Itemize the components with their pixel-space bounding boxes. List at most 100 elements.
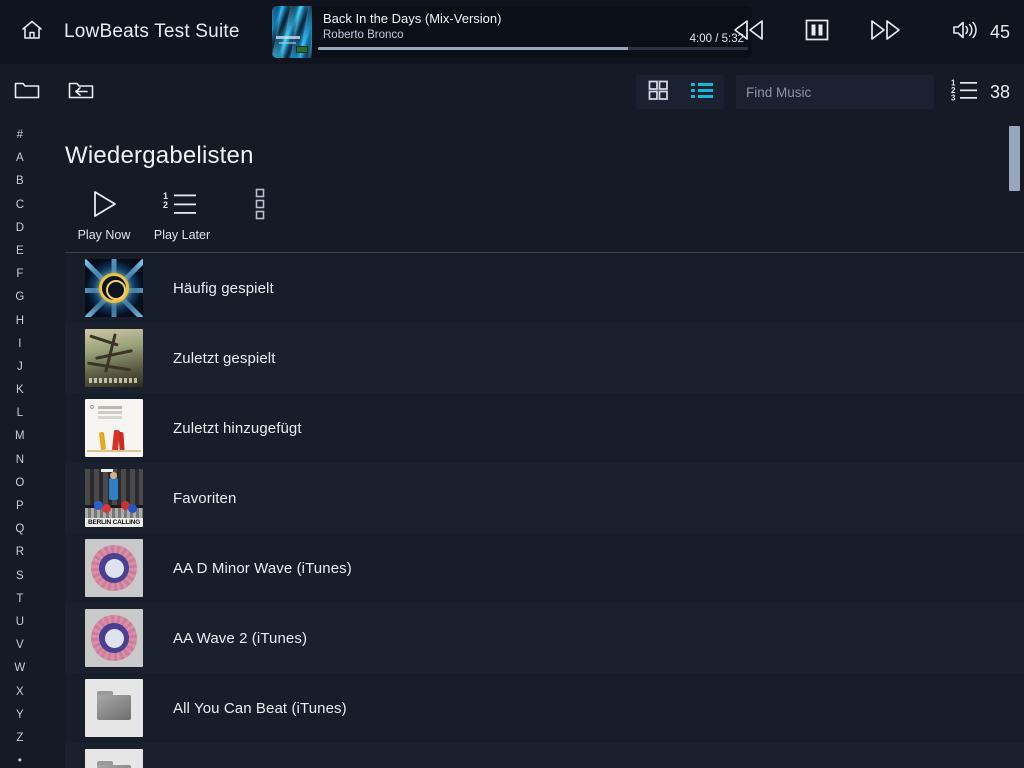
playlist-row-label: Zuletzt gespielt	[173, 349, 276, 367]
playlist-row[interactable]: Ancient Trance Vol. 3 (iTunes)	[65, 743, 1024, 768]
toolbar-right: 1 2 3 38	[635, 64, 1024, 120]
folder-back-icon	[67, 78, 95, 107]
alpha-index-g[interactable]: G	[0, 286, 40, 309]
home-button[interactable]	[0, 0, 64, 64]
alpha-index-j[interactable]: J	[0, 356, 40, 379]
playlist-row[interactable]: Zuletzt hinzugefügt	[65, 393, 1024, 463]
folder-icon	[13, 78, 41, 107]
playlist-row[interactable]: All You Can Beat (iTunes)	[65, 673, 1024, 743]
playlist-row[interactable]: AA D Minor Wave (iTunes)	[65, 533, 1024, 603]
toolbar: 1 2 3 38	[0, 64, 1024, 120]
folder-back-button[interactable]	[54, 64, 108, 120]
previous-button[interactable]	[728, 11, 770, 53]
alpha-index-s[interactable]: S	[0, 565, 40, 588]
playlist-row[interactable]: Zuletzt gespielt	[65, 323, 1024, 393]
playlist-row-label: Favoriten	[173, 489, 237, 507]
playlist-row[interactable]: Häufig gespielt	[65, 253, 1024, 323]
playlist-row-label: Zuletzt hinzugefügt	[173, 419, 302, 437]
alpha-index-h[interactable]: H	[0, 310, 40, 333]
alpha-index-k[interactable]: K	[0, 379, 40, 402]
list-view-button[interactable]	[680, 75, 724, 109]
playlist-artwork	[85, 749, 143, 768]
now-playing-card[interactable]: Back In the Days (Mix-Version) Roberto B…	[272, 6, 752, 58]
now-playing-artist: Roberto Bronco	[323, 29, 404, 41]
content-pane: Wiedergabelisten Play Now 1 2 Play Later…	[40, 120, 1024, 768]
playlist-row[interactable]: BERLIN CALLING Favoriten	[65, 463, 1024, 533]
playlist-row-label: All You Can Beat (iTunes)	[173, 699, 347, 717]
volume-value: 45	[989, 21, 1010, 42]
playlist-artwork	[85, 609, 143, 667]
alpha-index-z[interactable]: Z	[0, 727, 40, 750]
grid-view-button[interactable]	[636, 75, 680, 109]
scrollbar-thumb[interactable]	[1009, 126, 1020, 192]
alpha-index-v[interactable]: V	[0, 634, 40, 657]
alpha-index-w[interactable]: W	[0, 657, 40, 680]
library-folder-button[interactable]	[0, 64, 54, 120]
playlist-row-label: AA Wave 2 (iTunes)	[173, 629, 308, 647]
playlist-artwork	[85, 259, 143, 317]
play-later-label: Play Later	[153, 228, 211, 242]
app-title: LowBeats Test Suite	[64, 21, 240, 42]
body: # A B C D E F G H I J K L M N O P Q R S T U V W X Y Z • Wiedergabel…	[0, 120, 1024, 768]
grid-view-icon	[646, 78, 670, 107]
more-options-icon	[249, 184, 271, 224]
volume-control[interactable]: 45	[951, 0, 1010, 64]
alpha-index-t[interactable]: T	[0, 588, 40, 611]
svg-text:2: 2	[163, 200, 168, 210]
view-toggle	[635, 75, 724, 109]
play-now-button[interactable]: Play Now	[65, 184, 143, 242]
next-button[interactable]	[864, 11, 906, 53]
alpha-index-q[interactable]: Q	[0, 518, 40, 541]
playlist-row-label: AA D Minor Wave (iTunes)	[173, 559, 352, 577]
alpha-index-x[interactable]: X	[0, 681, 40, 704]
alpha-index-i[interactable]: I	[0, 333, 40, 356]
now-playing-artwork	[272, 6, 312, 58]
alpha-index-other[interactable]: •	[0, 750, 40, 768]
now-playing-info: Back In the Days (Mix-Version) Roberto B…	[312, 6, 752, 58]
alpha-index-b[interactable]: B	[0, 170, 40, 193]
playlist-row[interactable]: AA Wave 2 (iTunes)	[65, 603, 1024, 673]
play-later-button[interactable]: 1 2 Play Later	[143, 184, 221, 242]
alpha-index-l[interactable]: L	[0, 402, 40, 425]
alpha-index-y[interactable]: Y	[0, 704, 40, 727]
alpha-index-e[interactable]: E	[0, 240, 40, 263]
vertical-scrollbar[interactable]	[1007, 120, 1021, 768]
playlist-artwork	[85, 679, 143, 737]
fast-forward-icon	[868, 18, 902, 47]
page-title: Wiedergabelisten	[65, 142, 254, 169]
playlist-artwork	[85, 329, 143, 387]
alpha-index-n[interactable]: N	[0, 449, 40, 472]
playback-progress-bar[interactable]	[318, 47, 748, 50]
alpha-index-r[interactable]: R	[0, 541, 40, 564]
alpha-index-u[interactable]: U	[0, 611, 40, 634]
more-options-button[interactable]	[221, 184, 299, 224]
numbered-list-icon[interactable]: 1 2 3	[950, 77, 980, 108]
alpha-index-o[interactable]: O	[0, 472, 40, 495]
alpha-index-p[interactable]: P	[0, 495, 40, 518]
search-input[interactable]	[735, 75, 934, 109]
alpha-index-c[interactable]: C	[0, 194, 40, 217]
volume-icon[interactable]	[951, 18, 981, 47]
pause-button[interactable]	[796, 11, 838, 53]
alpha-index-hash[interactable]: #	[0, 124, 40, 147]
alpha-index-a[interactable]: A	[0, 147, 40, 170]
alpha-index-f[interactable]: F	[0, 263, 40, 286]
playlist-artwork	[85, 539, 143, 597]
svg-text:3: 3	[951, 93, 956, 102]
app-header: LowBeats Test Suite Back In the Days (Mi…	[0, 0, 1024, 64]
alpha-index-m[interactable]: M	[0, 425, 40, 448]
queue-list-icon: 1 2	[162, 184, 202, 224]
now-playing-title: Back In the Days (Mix-Version)	[323, 11, 502, 26]
alpha-index-d[interactable]: D	[0, 217, 40, 240]
playlist-artwork: BERLIN CALLING	[85, 469, 143, 527]
play-icon	[87, 184, 121, 224]
play-now-label: Play Now	[77, 228, 131, 242]
item-count-group: 1 2 3 38	[934, 77, 1024, 108]
pause-icon	[802, 17, 832, 48]
rewind-icon	[732, 18, 766, 47]
item-count-value: 38	[989, 81, 1010, 102]
home-icon	[19, 17, 45, 48]
list-view-icon	[689, 78, 715, 107]
action-bar: Play Now 1 2 Play Later	[40, 170, 1024, 242]
alphabet-index-rail[interactable]: # A B C D E F G H I J K L M N O P Q R S T U V W X Y Z •	[0, 120, 40, 768]
